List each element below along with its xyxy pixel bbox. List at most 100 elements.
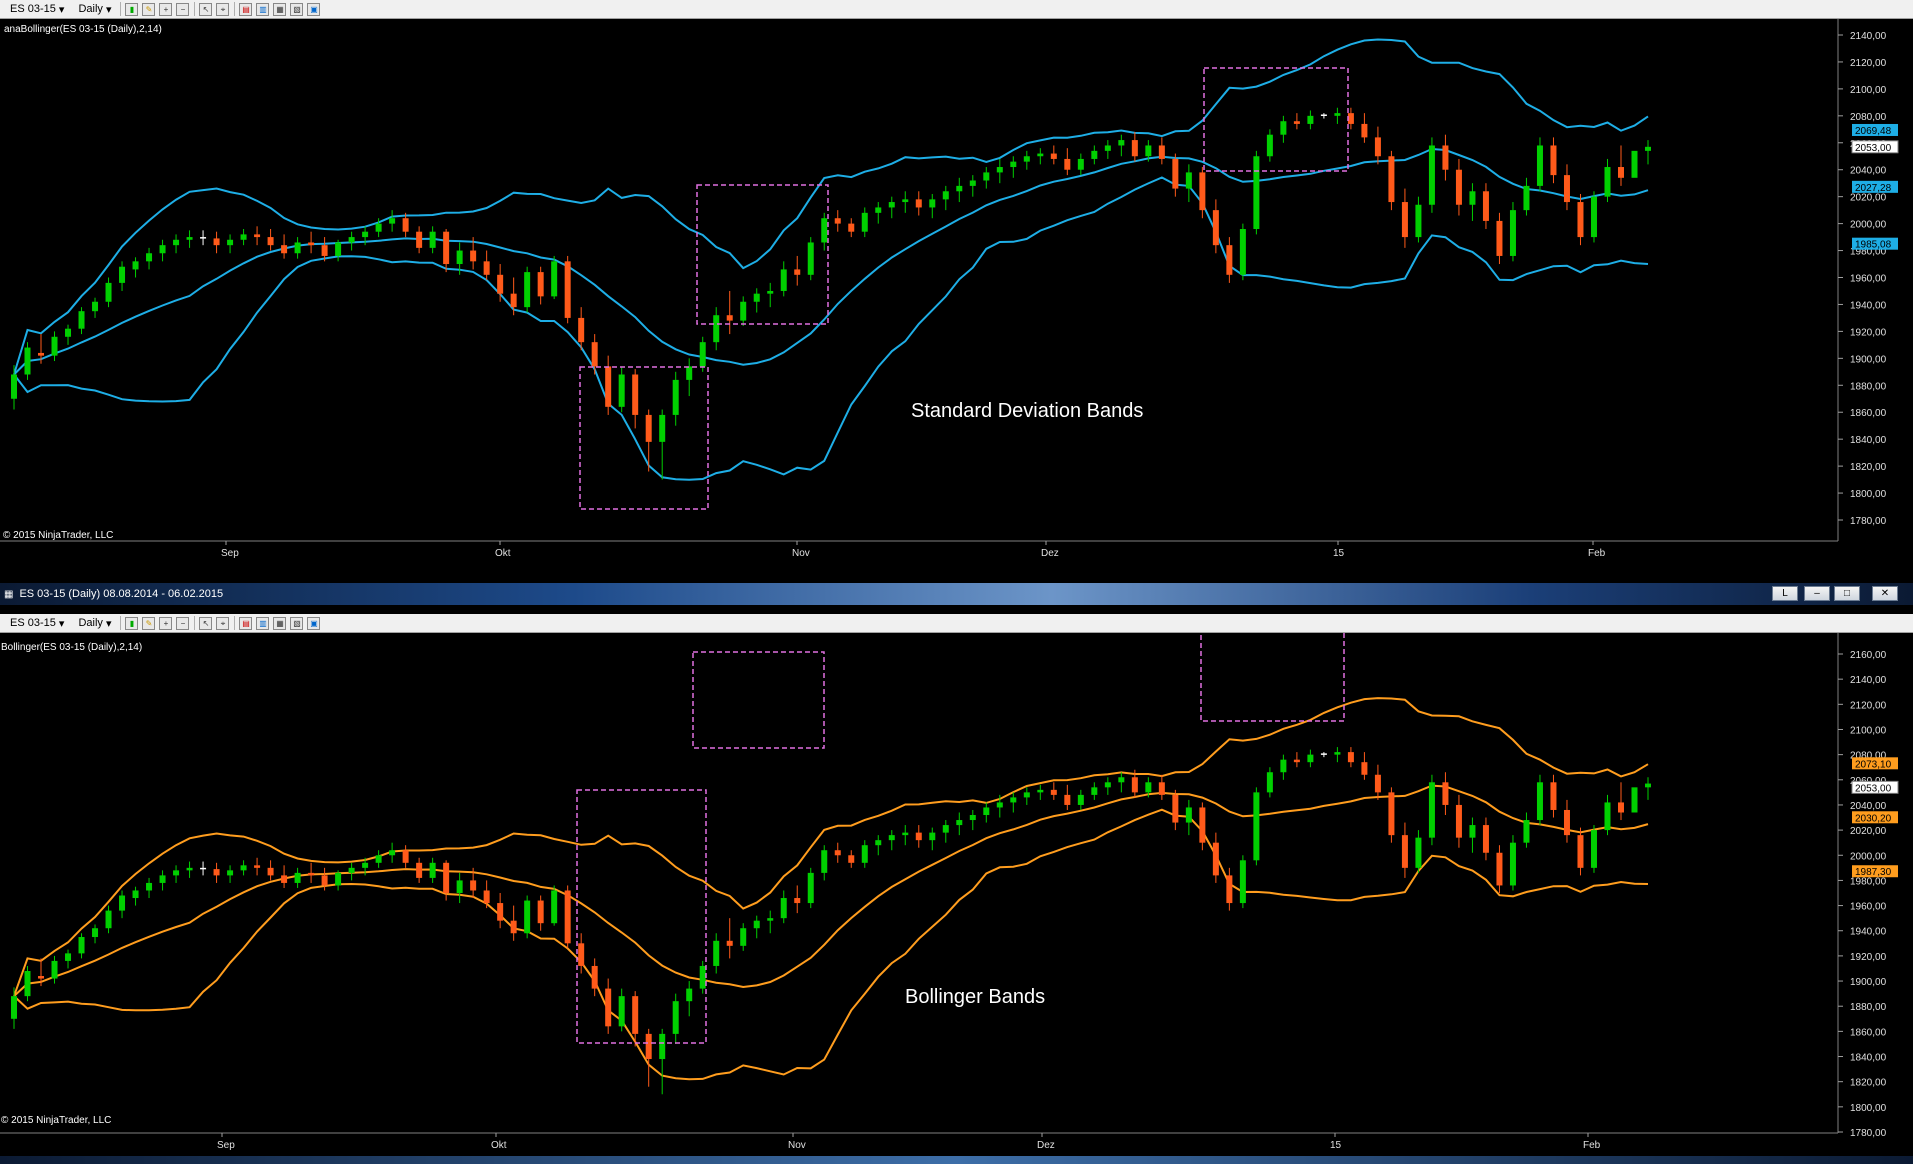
- top-chart-panel[interactable]: 2140,002120,002100,002080,002060,002040,…: [0, 19, 1913, 565]
- bar-chart-icon[interactable]: ▮: [125, 2, 139, 16]
- instrument-selector[interactable]: ES 03-15 ▾: [6, 0, 68, 18]
- candle-body: [888, 835, 895, 841]
- standard-deviation-chart[interactable]: 2140,002120,002100,002080,002060,002040,…: [0, 19, 1913, 565]
- top-indicator-label: anaBollinger(ES 03-15 (Daily),2,14): [4, 24, 162, 35]
- candle-body: [470, 250, 477, 262]
- chart-window-titlebar[interactable]: ▦ ES 03-15 (Daily) 08.08.2014 - 06.02.20…: [0, 583, 1913, 605]
- date-label: Okt: [491, 1140, 507, 1151]
- price-tick-label: 1880,00: [1850, 1002, 1887, 1013]
- candle-body: [537, 272, 544, 297]
- draw-pencil-icon[interactable]: ✎: [142, 616, 156, 630]
- bottom-annotation: Bollinger Bands: [905, 986, 1046, 1008]
- candle-body: [105, 910, 112, 929]
- candle-body: [362, 862, 369, 868]
- data-box-icon[interactable]: ▣: [307, 616, 321, 630]
- candle-body: [902, 199, 909, 203]
- properties-icon[interactable]: ▧: [290, 2, 304, 16]
- candle-body: [1455, 804, 1462, 838]
- link-button[interactable]: L: [1772, 586, 1798, 601]
- price-tick-label: 1820,00: [1850, 462, 1887, 473]
- period-selector[interactable]: Daily ▾: [74, 614, 115, 632]
- pointer-icon[interactable]: ↖: [199, 616, 213, 630]
- price-tick-label: 1920,00: [1850, 327, 1887, 338]
- candle-body: [861, 212, 868, 232]
- price-tick-label: 2160,00: [1850, 650, 1887, 661]
- templates-icon[interactable]: ▦: [273, 616, 287, 630]
- date-label: Nov: [792, 548, 810, 559]
- bar-chart-icon[interactable]: ▮: [125, 616, 139, 630]
- candle-body: [24, 970, 31, 997]
- candle-body: [659, 1033, 666, 1060]
- candle-body: [605, 366, 612, 407]
- templates-icon[interactable]: ▦: [273, 2, 287, 16]
- candle-body: [51, 960, 58, 979]
- minimize-button[interactable]: –: [1804, 586, 1830, 601]
- crosshair-icon[interactable]: ⌖: [216, 616, 230, 630]
- period-selector[interactable]: Daily ▾: [74, 0, 115, 18]
- candle-body: [1199, 172, 1206, 211]
- candle-body: [186, 867, 193, 871]
- bollinger-chart[interactable]: 2160,002140,002120,002100,002080,002060,…: [0, 623, 1913, 1156]
- candle-body: [1212, 210, 1219, 246]
- price-tick-label: 1800,00: [1850, 1103, 1887, 1114]
- candle-body: [281, 875, 288, 883]
- zoom-in-icon[interactable]: +: [159, 616, 173, 630]
- indicators-icon[interactable]: ▤: [239, 2, 253, 16]
- instrument-selector[interactable]: ES 03-15 ▾: [6, 614, 68, 632]
- zoom-out-icon[interactable]: −: [176, 2, 190, 16]
- candle-body: [753, 293, 760, 302]
- candle-body: [537, 900, 544, 924]
- candle-body: [713, 940, 720, 966]
- crosshair-icon[interactable]: ⌖: [216, 2, 230, 16]
- price-tick-label: 1820,00: [1850, 1078, 1887, 1089]
- price-tick-label: 2040,00: [1850, 166, 1887, 177]
- date-label: Sep: [217, 1140, 235, 1151]
- strategies-icon[interactable]: ▥: [256, 616, 270, 630]
- candle-body: [308, 872, 315, 876]
- price-tick-label: 1840,00: [1850, 1053, 1887, 1064]
- candle-body: [375, 855, 382, 863]
- indicators-icon[interactable]: ▤: [239, 616, 253, 630]
- candle-body: [416, 231, 423, 248]
- maximize-button[interactable]: □: [1834, 586, 1860, 601]
- candle-body: [11, 996, 17, 1019]
- candle-body: [1347, 113, 1354, 124]
- candle-body: [888, 202, 895, 208]
- candle-body: [983, 172, 990, 181]
- instrument-label: ES 03-15: [10, 3, 56, 15]
- candle-body: [1401, 835, 1408, 868]
- candle-body: [1442, 782, 1449, 805]
- candle-body: [1577, 202, 1584, 238]
- data-box-icon[interactable]: ▣: [307, 2, 321, 16]
- candle-body: [1158, 145, 1165, 159]
- candle-body: [1536, 145, 1543, 186]
- candle-body: [551, 261, 558, 297]
- candle-body: [1631, 150, 1638, 178]
- candle-body: [78, 311, 85, 329]
- price-tick-label: 2100,00: [1850, 85, 1887, 96]
- candle-body: [1401, 202, 1408, 238]
- candle-body: [1118, 777, 1125, 783]
- candle-body: [1131, 140, 1138, 157]
- properties-icon[interactable]: ▧: [290, 616, 304, 630]
- candle-body: [1523, 820, 1530, 843]
- strategies-icon[interactable]: ▥: [256, 2, 270, 16]
- price-badge-label: 1987,30: [1855, 867, 1892, 878]
- candle-body: [1131, 777, 1138, 793]
- candle-body: [902, 832, 909, 836]
- candle-body: [1239, 860, 1246, 904]
- price-badge-label: 2053,00: [1855, 143, 1892, 154]
- candle-body: [146, 253, 153, 262]
- zoom-in-icon[interactable]: +: [159, 2, 173, 16]
- zoom-out-icon[interactable]: −: [176, 616, 190, 630]
- candle-body: [1104, 782, 1111, 788]
- price-tick-label: 1800,00: [1850, 489, 1887, 500]
- bottom-chart-panel[interactable]: 2160,002140,002120,002100,002080,002060,…: [0, 623, 1913, 1156]
- draw-pencil-icon[interactable]: ✎: [142, 2, 156, 16]
- candle-body: [1428, 145, 1435, 205]
- pointer-icon[interactable]: ↖: [199, 2, 213, 16]
- candle-body: [200, 867, 207, 870]
- close-button[interactable]: ✕: [1872, 586, 1898, 601]
- candle-body: [1469, 825, 1476, 838]
- date-label: Nov: [788, 1140, 806, 1151]
